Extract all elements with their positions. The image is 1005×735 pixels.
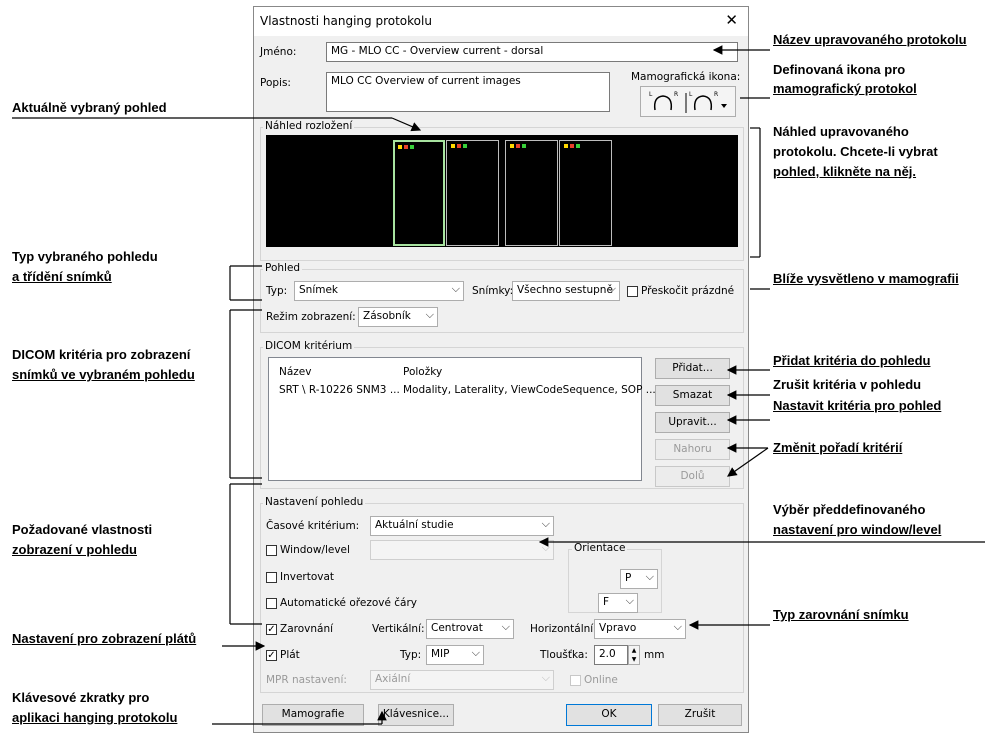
annotation-view-type-1: Typ vybraného pohledu — [12, 249, 158, 264]
annotation-props-2: zobrazení v pohledu — [12, 542, 137, 557]
annotation-wl-1: Výběr předdefinovaného — [773, 502, 926, 517]
annotation-props-1: Požadované vlastnosti — [12, 522, 153, 537]
annotation-add-criteria: Přidat kritéria do pohledu — [773, 353, 931, 368]
annotation-set-criteria: Nastavit kritéria pro pohled — [773, 398, 942, 413]
annotation-preview-3: pohled, klikněte na něj. — [773, 164, 917, 179]
annotation-protocol-name: Název upravovaného protokolu — [773, 32, 967, 47]
annotation-delete-criteria: Zrušit kritéria v pohledu — [773, 377, 922, 392]
annotation-wl-2: nastavení pro window/level — [773, 522, 942, 537]
annotation-slab: Nastavení pro zobrazení plátů — [12, 631, 197, 646]
annotation-order-criteria: Změnit pořadí kritérií — [773, 440, 903, 455]
annotation-shortcuts-2: aplikaci hanging protokolu — [12, 710, 178, 725]
annotation-preview-2: protokolu. Chcete-li vybrat — [773, 144, 938, 159]
annotation-shortcuts-1: Klávesové zkratky pro — [12, 690, 150, 705]
annotation-align: Typ zarovnání snímku — [773, 607, 909, 622]
annotation-dicom-2: snímků ve vybraném pohledu — [12, 367, 195, 382]
annotation-view-type-2: a třídění snímků — [12, 269, 112, 284]
annotation-selected-view: Aktuálně vybraný pohled — [12, 100, 167, 115]
annotation-icon-def-2: mamografický protokol — [773, 81, 917, 96]
annotation-preview-1: Náhled upravovaného — [773, 124, 909, 139]
annotation-icon-def-1: Definovaná ikona pro — [773, 62, 906, 77]
annotation-dicom-1: DICOM kritéria pro zobrazení — [12, 347, 191, 362]
annotation-mammo-more: Blíže vysvětleno v mamografii — [773, 271, 959, 286]
